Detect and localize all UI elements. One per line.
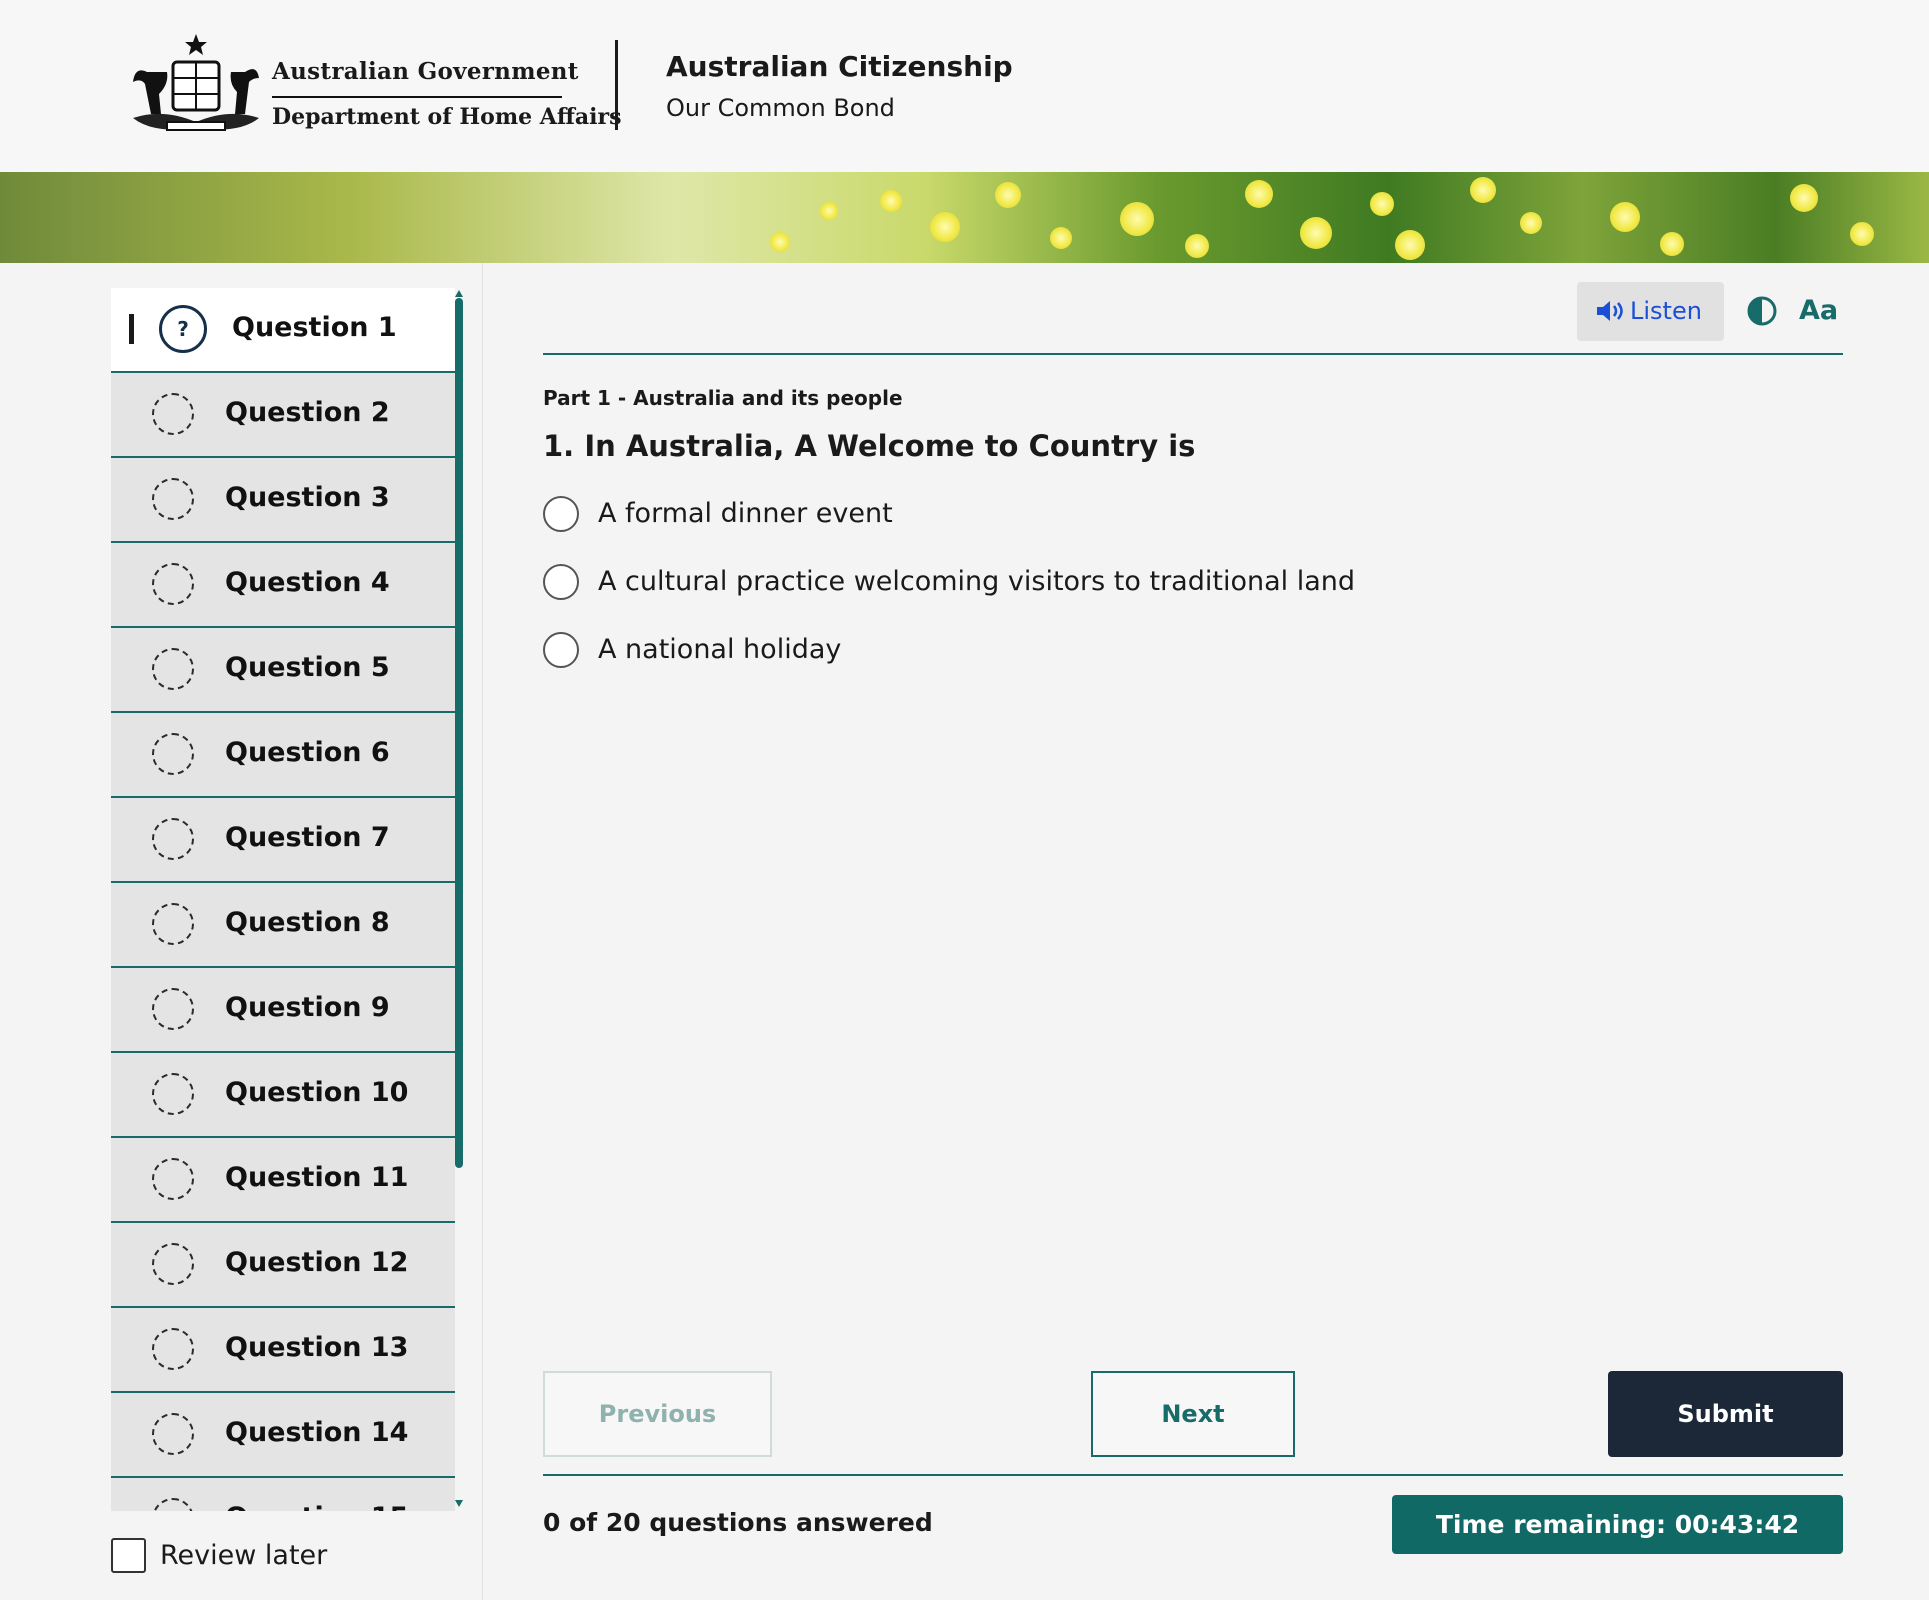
question-nav-item-1[interactable]: ? Question 1 xyxy=(111,288,455,371)
unanswered-circle-icon xyxy=(152,1243,194,1285)
time-remaining-badge: Time remaining: 00:43:42 xyxy=(1392,1495,1843,1554)
sidebar-scrollbar[interactable] xyxy=(454,290,464,1510)
question-navigator: ? Question 1 Question 2 Question 3 Quest… xyxy=(111,288,455,1511)
question-nav-item-12[interactable]: Question 12 xyxy=(111,1221,455,1306)
unanswered-circle-icon xyxy=(152,1328,194,1370)
question-nav-label: Question 9 xyxy=(225,992,390,1023)
scroll-down-arrow-icon[interactable] xyxy=(455,1500,463,1507)
submit-button[interactable]: Submit xyxy=(1608,1371,1843,1457)
question-nav-item-9[interactable]: Question 9 xyxy=(111,966,455,1051)
radio-button[interactable] xyxy=(543,632,579,668)
question-heading: 1. In Australia, A Welcome to Country is xyxy=(543,429,1195,463)
listen-label: Listen xyxy=(1630,297,1702,325)
header-divider xyxy=(615,40,618,130)
question-nav-label: Question 3 xyxy=(225,482,390,513)
unanswered-circle-icon xyxy=(152,1158,194,1200)
answer-option-label: A national holiday xyxy=(598,634,842,665)
gov-line-2: Department of Home Affairs xyxy=(272,104,622,130)
unanswered-circle-icon xyxy=(152,1498,194,1511)
unanswered-circle-icon xyxy=(152,478,194,520)
question-number: 1. xyxy=(543,429,575,463)
site-header: Australian Government Department of Home… xyxy=(0,0,1929,172)
unanswered-circle-icon xyxy=(152,818,194,860)
unanswered-circle-icon xyxy=(152,1413,194,1455)
answer-option-label: A cultural practice welcoming visitors t… xyxy=(598,566,1356,597)
question-nav-label: Question 6 xyxy=(225,737,390,768)
review-later-checkbox[interactable] xyxy=(111,1538,146,1573)
question-nav-label: Question 12 xyxy=(225,1247,409,1278)
content-top-rule xyxy=(543,353,1843,355)
question-text: In Australia, A Welcome to Country is xyxy=(584,429,1196,463)
question-nav-label: Question 13 xyxy=(225,1332,409,1363)
unanswered-circle-icon xyxy=(152,648,194,690)
unanswered-circle-icon xyxy=(152,393,194,435)
gov-line-1: Australian Government xyxy=(272,58,579,85)
unanswered-circle-icon xyxy=(152,733,194,775)
question-nav-label: Question 8 xyxy=(225,907,390,938)
question-nav-item-7[interactable]: Question 7 xyxy=(111,796,455,881)
question-mark-icon: ? xyxy=(159,305,207,353)
site-subtitle: Our Common Bond xyxy=(666,94,895,122)
speaker-icon xyxy=(1597,301,1623,321)
question-nav-item-15[interactable]: Question 15 xyxy=(111,1476,455,1511)
question-nav-label: Question 2 xyxy=(225,397,390,428)
scroll-thumb[interactable] xyxy=(455,298,463,1168)
radio-button[interactable] xyxy=(543,496,579,532)
listen-button[interactable]: Listen xyxy=(1577,282,1724,341)
question-nav-item-3[interactable]: Question 3 xyxy=(111,456,455,541)
content-bottom-rule xyxy=(543,1474,1843,1476)
radio-button[interactable] xyxy=(543,564,579,600)
question-nav-item-8[interactable]: Question 8 xyxy=(111,881,455,966)
answered-count: 0 of 20 questions answered xyxy=(543,1508,933,1537)
site-title: Australian Citizenship xyxy=(666,50,1013,83)
question-nav-label: Question 15 xyxy=(225,1502,408,1511)
question-nav-item-5[interactable]: Question 5 xyxy=(111,626,455,711)
question-nav-label: Question 1 xyxy=(232,312,397,343)
unanswered-circle-icon xyxy=(152,563,194,605)
question-nav-item-10[interactable]: Question 10 xyxy=(111,1051,455,1136)
government-wordmark: Australian Government Department of Home… xyxy=(272,58,621,130)
question-nav-item-2[interactable]: Question 2 xyxy=(111,371,455,456)
part-label: Part 1 - Australia and its people xyxy=(543,386,903,410)
question-nav-item-4[interactable]: Question 4 xyxy=(111,541,455,626)
question-nav-item-6[interactable]: Question 6 xyxy=(111,711,455,796)
question-nav-label: Question 7 xyxy=(225,822,390,853)
question-nav-item-13[interactable]: Question 13 xyxy=(111,1306,455,1391)
current-indicator xyxy=(129,314,134,344)
next-button[interactable]: Next xyxy=(1091,1371,1295,1457)
previous-button[interactable]: Previous xyxy=(543,1371,772,1457)
unanswered-circle-icon xyxy=(152,903,194,945)
coat-of-arms-logo xyxy=(133,34,259,131)
question-nav-label: Question 5 xyxy=(225,652,390,683)
answer-option-label: A formal dinner event xyxy=(598,498,893,529)
question-nav-label: Question 10 xyxy=(225,1077,409,1108)
unanswered-circle-icon xyxy=(152,1073,194,1115)
wattle-banner xyxy=(0,172,1929,263)
question-nav-label: Question 11 xyxy=(225,1162,409,1193)
font-size-button[interactable]: Aa xyxy=(1799,295,1838,326)
unanswered-circle-icon xyxy=(152,988,194,1030)
question-nav-label: Question 4 xyxy=(225,567,390,598)
review-later-label: Review later xyxy=(160,1540,328,1571)
wordmark-rule xyxy=(272,96,562,98)
sidebar-divider xyxy=(482,263,483,1600)
contrast-icon[interactable] xyxy=(1746,295,1778,327)
question-nav-label: Question 14 xyxy=(225,1417,409,1448)
question-nav-item-11[interactable]: Question 11 xyxy=(111,1136,455,1221)
scroll-up-arrow-icon[interactable] xyxy=(455,290,463,297)
question-nav-item-14[interactable]: Question 14 xyxy=(111,1391,455,1476)
